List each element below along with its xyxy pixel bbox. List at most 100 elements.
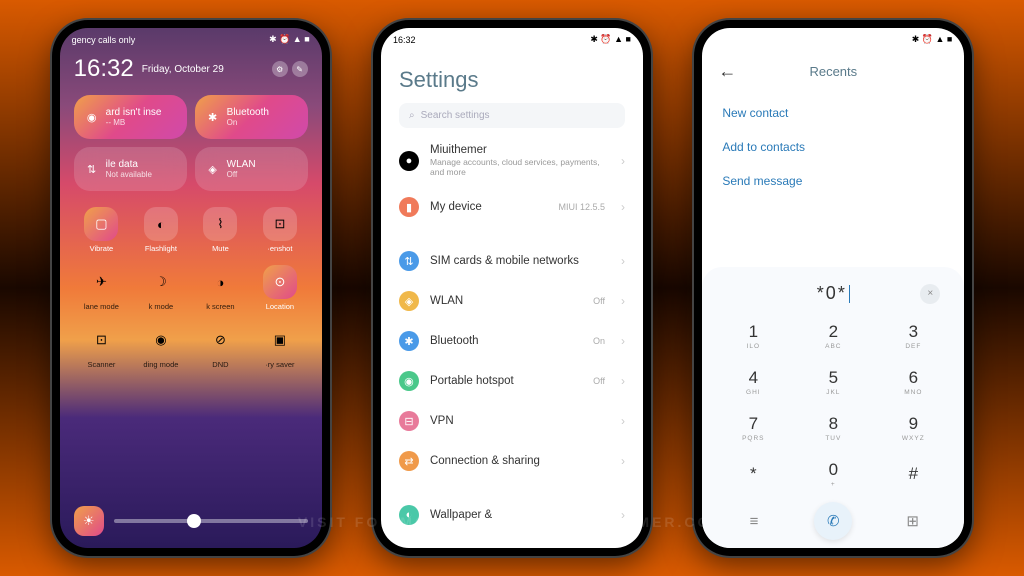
send-message-action[interactable]: Send message (722, 164, 944, 198)
chevron-right-icon: › (621, 334, 625, 348)
card-tile[interactable]: ◉ard isn't inse-- MB (74, 95, 187, 139)
key-#[interactable]: # (874, 452, 952, 496)
mobile-data-tile[interactable]: ⇅ile dataNot available (74, 147, 187, 191)
chevron-right-icon: › (621, 508, 625, 522)
contacts-button[interactable]: ⊞ (894, 502, 932, 540)
edit-icon[interactable]: ✎ (292, 61, 308, 77)
connection-item-icon: ⇄ (399, 451, 419, 471)
vpn-item-icon: ⊟ (399, 411, 419, 431)
status-bar: gency calls only ✱ ⏰ ▲ ■ (60, 28, 322, 51)
call-button[interactable]: ✆ (814, 502, 852, 540)
clock-time: 16:32 (74, 55, 134, 83)
bluetooth-item[interactable]: ✱BluetoothOn› (381, 321, 643, 361)
vpn-item[interactable]: ⊟VPN› (381, 401, 643, 441)
key-9[interactable]: 9WXYZ (874, 406, 952, 450)
chevron-right-icon: › (621, 414, 625, 428)
key-*[interactable]: * (714, 452, 792, 496)
wlan-item[interactable]: ◈WLANOff› (381, 281, 643, 321)
brightness-slider[interactable] (114, 519, 308, 523)
dark-mode-toggle[interactable]: ☽k mode (133, 261, 189, 315)
key-8[interactable]: 8TUV (794, 406, 872, 450)
location-toggle[interactable]: ⊙Location (252, 261, 308, 315)
phone-dialer: ✱ ⏰ ▲ ■ ← Recents New contactAdd to cont… (694, 20, 972, 556)
screen-toggle-icon: ◑ (203, 265, 237, 299)
connection-item[interactable]: ⇄Connection & sharing› (381, 441, 643, 481)
reading-mode-toggle[interactable]: ◉ding mode (133, 319, 189, 373)
hotspot-item-icon: ◉ (399, 371, 419, 391)
flashlight-toggle[interactable]: ◐Flashlight (133, 203, 189, 257)
vibrate-toggle-icon: ▢ (84, 207, 118, 241)
battery-saver-toggle[interactable]: ▣·ry saver (252, 319, 308, 373)
wallpaper-item[interactable]: ◐Wallpaper &› (381, 495, 643, 535)
chevron-right-icon: › (621, 454, 625, 468)
bluetooth-tile[interactable]: ✱BluetoothOn (195, 95, 308, 139)
key-2[interactable]: 2ABC (794, 314, 872, 358)
vibrate-toggle[interactable]: ▢Vibrate (74, 203, 130, 257)
mute-toggle[interactable]: ⌇Mute (193, 203, 249, 257)
back-button[interactable]: ← (718, 61, 736, 82)
airplane-toggle[interactable]: ✈lane mode (74, 261, 130, 315)
chevron-right-icon: › (621, 200, 625, 214)
status-icons: ✱ ⏰ ▲ ■ (912, 34, 953, 45)
my-device-item-icon: ▮ (399, 197, 419, 217)
status-text: gency calls only (72, 35, 136, 45)
delete-button[interactable]: × (920, 284, 940, 304)
sim-item[interactable]: ⇅SIM cards & mobile networks› (381, 241, 643, 281)
key-0[interactable]: 0+ (794, 452, 872, 496)
menu-button[interactable]: ≡ (735, 502, 773, 540)
wlan-item-icon: ◈ (399, 291, 419, 311)
key-4[interactable]: 4GHI (714, 360, 792, 404)
phone-settings: 16:32 ✱ ⏰ ▲ ■ Settings ⌕ Search settings… (373, 20, 651, 556)
page-title: Recents (736, 64, 930, 79)
phone-control-center: gency calls only ✱ ⏰ ▲ ■ 16:32 Friday, O… (52, 20, 330, 556)
wlan-tile[interactable]: ◈WLANOff (195, 147, 308, 191)
wlan-tile-icon: ◈ (205, 161, 221, 177)
airplane-toggle-icon: ✈ (84, 265, 118, 299)
key-5[interactable]: 5JKL (794, 360, 872, 404)
key-1[interactable]: 1ILO (714, 314, 792, 358)
key-7[interactable]: 7PQRS (714, 406, 792, 450)
settings-icon[interactable]: ⚙ (272, 61, 288, 77)
wallpaper-item-icon: ◐ (399, 505, 419, 525)
bluetooth-item-icon: ✱ (399, 331, 419, 351)
mute-toggle-icon: ⌇ (203, 207, 237, 241)
mobile-data-tile-icon: ⇅ (84, 161, 100, 177)
status-icons: ✱ ⏰ ▲ ■ (590, 34, 631, 45)
screenshot-toggle[interactable]: ⊡·enshot (252, 203, 308, 257)
new-contact-action[interactable]: New contact (722, 96, 944, 130)
screen-toggle[interactable]: ◑k screen (193, 261, 249, 315)
key-3[interactable]: 3DEF (874, 314, 952, 358)
scanner-toggle[interactable]: ⊡Scanner (74, 319, 130, 373)
clock-date: Friday, October 29 (142, 64, 224, 75)
status-icons: ✱ ⏰ ▲ ■ (269, 34, 310, 45)
status-bar: ✱ ⏰ ▲ ■ (702, 28, 964, 51)
screenshot-toggle-icon: ⊡ (263, 207, 297, 241)
page-title: Settings (381, 51, 643, 103)
card-tile-icon: ◉ (84, 109, 100, 125)
my-device-item[interactable]: ▮My deviceMIUI 12.5.5› (381, 187, 643, 227)
reading-mode-toggle-icon: ◉ (144, 323, 178, 357)
chevron-right-icon: › (621, 294, 625, 308)
search-icon: ⌕ (409, 110, 415, 121)
search-placeholder: Search settings (421, 110, 490, 121)
flashlight-toggle-icon: ◐ (144, 207, 178, 241)
status-bar: 16:32 ✱ ⏰ ▲ ■ (381, 28, 643, 51)
add-to-contacts-action[interactable]: Add to contacts (722, 130, 944, 164)
bluetooth-tile-icon: ✱ (205, 109, 221, 125)
dialed-number: *0* (817, 283, 847, 304)
scanner-toggle-icon: ⊡ (84, 323, 118, 357)
dnd-toggle-icon: ⊘ (203, 323, 237, 357)
key-6[interactable]: 6MNO (874, 360, 952, 404)
chevron-right-icon: › (621, 374, 625, 388)
hotspot-item[interactable]: ◉Portable hotspotOff› (381, 361, 643, 401)
account-item-icon: ● (399, 151, 419, 171)
chevron-right-icon: › (621, 254, 625, 268)
search-input[interactable]: ⌕ Search settings (399, 103, 625, 128)
account-item[interactable]: ●MiuithemerManage accounts, cloud servic… (381, 134, 643, 187)
location-toggle-icon: ⊙ (263, 265, 297, 299)
battery-saver-toggle-icon: ▣ (263, 323, 297, 357)
sim-item-icon: ⇅ (399, 251, 419, 271)
brightness-icon[interactable]: ☀ (74, 506, 104, 536)
dnd-toggle[interactable]: ⊘DND (193, 319, 249, 373)
dark-mode-toggle-icon: ☽ (144, 265, 178, 299)
